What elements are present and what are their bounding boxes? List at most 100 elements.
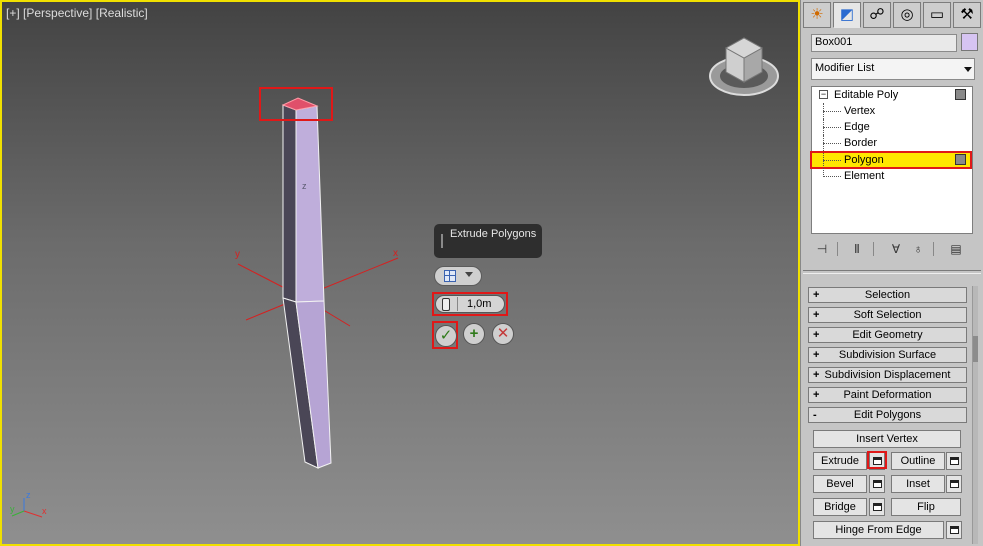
insert-vertex-button[interactable]: Insert Vertex: [813, 430, 961, 448]
ok-button[interactable]: ✓: [435, 325, 457, 347]
stack-item-label: Edge: [844, 121, 870, 133]
bevel-settings-button[interactable]: [869, 475, 885, 493]
object-name-field[interactable]: Box001: [811, 34, 957, 52]
utilities-tab[interactable]: ⚒: [953, 2, 981, 28]
modifier-list-dropdown[interactable]: Modifier List: [811, 58, 975, 80]
motion-icon: ◎: [900, 6, 914, 23]
ok-button-highlight: ✓: [432, 321, 458, 349]
object-color-swatch[interactable]: [961, 33, 978, 51]
rollout-soft-selection[interactable]: + Soft Selection: [808, 307, 967, 323]
modify-tab[interactable]: ◩: [833, 2, 861, 28]
outline-button[interactable]: Outline: [891, 452, 945, 470]
expand-sign: +: [813, 389, 820, 401]
bridge-settings-button[interactable]: [869, 498, 885, 516]
height-spinner-highlight: 1,0m: [432, 292, 508, 316]
tree-line: [823, 111, 841, 112]
stack-item-vertex[interactable]: Vertex: [812, 103, 972, 119]
modifier-stack: − Editable Poly Vertex Edge Border Polyg…: [810, 86, 973, 234]
stack-item-label: Editable Poly: [834, 89, 899, 101]
flip-button[interactable]: Flip: [891, 498, 961, 516]
stack-item-element[interactable]: Element: [812, 168, 972, 184]
extrude-settings-highlight: [867, 451, 887, 469]
rollout-label: Subdivision Displacement: [824, 369, 951, 381]
apply-and-continue-button[interactable]: +: [463, 323, 485, 345]
settings-window-icon: [950, 457, 959, 465]
inset-settings-button[interactable]: [946, 475, 962, 493]
checkmark-icon: ✓: [439, 327, 453, 344]
stack-toolbar: ⊣ Ⅱ ∀ ♁ ▤: [813, 240, 973, 260]
expand-sign: +: [813, 369, 820, 381]
perspective-viewport[interactable]: [+] [Perspective] [Realistic] y x z z x …: [0, 0, 800, 546]
stack-item-editable-poly[interactable]: − Editable Poly: [812, 87, 972, 103]
chevron-down-icon: [964, 67, 972, 72]
display-icon: ▭: [929, 6, 945, 23]
make-unique-icon[interactable]: ∀: [887, 240, 905, 258]
toolbar-divider: [873, 242, 874, 256]
rollout-edit-geometry[interactable]: + Edit Geometry: [808, 327, 967, 343]
extrusion-height-spinner[interactable]: 1,0m: [435, 295, 505, 313]
hammer-icon: ⚒: [960, 6, 974, 23]
cancel-button[interactable]: ✕: [492, 323, 514, 345]
chevron-down-icon: [465, 272, 473, 277]
expand-sign: +: [813, 329, 820, 341]
hierarchy-tab[interactable]: ☍: [863, 2, 891, 28]
rollout-selection[interactable]: + Selection: [808, 287, 967, 303]
viewcube: [709, 37, 779, 96]
toolbar-divider: [837, 242, 838, 256]
configure-sets-icon[interactable]: ▤: [947, 240, 965, 258]
settings-window-icon: [873, 480, 882, 488]
sun-icon: ☀: [810, 6, 824, 23]
axis-y-label: y: [235, 249, 240, 260]
spinner-separator: [457, 297, 458, 311]
outline-settings-button[interactable]: [946, 452, 962, 470]
hierarchy-icon: ☍: [869, 6, 885, 23]
rollout-paint-deformation[interactable]: + Paint Deformation: [808, 387, 967, 403]
panel-scrollbar[interactable]: [972, 286, 978, 544]
inset-button[interactable]: Inset: [891, 475, 945, 493]
caddy-title-bar: [441, 234, 443, 248]
modifier-square-icon: [955, 89, 966, 100]
motion-tab[interactable]: ◎: [893, 2, 921, 28]
stack-item-polygon[interactable]: Polygon: [810, 151, 972, 169]
stack-item-label: Element: [844, 170, 885, 182]
pin-stack-icon[interactable]: ⊣: [813, 240, 831, 258]
stack-item-border[interactable]: Border: [812, 135, 972, 151]
height-handle-icon[interactable]: [442, 298, 450, 311]
close-icon: ✕: [496, 325, 510, 342]
remove-modifier-icon[interactable]: ♁: [909, 240, 927, 258]
rollout-label: Selection: [864, 289, 911, 301]
tripod-y-label: y: [10, 504, 15, 514]
tripod-x-label: x: [42, 506, 47, 516]
expand-sign: +: [813, 289, 820, 301]
hinge-from-edge-button[interactable]: Hinge From Edge: [813, 521, 944, 539]
settings-window-icon: [873, 503, 882, 511]
create-tab[interactable]: ☀: [803, 2, 831, 28]
extrusion-type-dropdown[interactable]: [434, 266, 482, 286]
toolbar-divider: [933, 242, 934, 256]
tree-line: [823, 127, 841, 128]
extrusion-height-value[interactable]: 1,0m: [467, 298, 491, 310]
show-end-result-icon[interactable]: Ⅱ: [848, 240, 866, 258]
rollout-subdivision-displacement[interactable]: + Subdivision Displacement: [808, 367, 967, 383]
scrollbar-thumb[interactable]: [973, 336, 978, 362]
axis-tripod: [11, 498, 43, 518]
hinge-settings-button[interactable]: [946, 521, 962, 539]
rollout-label: Paint Deformation: [843, 389, 932, 401]
bridge-button[interactable]: Bridge: [813, 498, 867, 516]
collapse-icon[interactable]: −: [819, 90, 828, 99]
rollout-edit-polygons[interactable]: - Edit Polygons: [808, 407, 967, 423]
stack-item-edge[interactable]: Edge: [812, 119, 972, 135]
rollout-subdivision-surface[interactable]: + Subdivision Surface: [808, 347, 967, 363]
rollout-label: Edit Polygons: [853, 409, 922, 421]
modify-icon: ◩: [839, 6, 855, 23]
rollout-label: Soft Selection: [853, 309, 922, 321]
extrude-button[interactable]: Extrude: [813, 452, 867, 470]
caddy-title-panel: Extrude Polygons: [434, 224, 542, 258]
plus-icon: +: [469, 325, 479, 342]
rollout-label: Edit Geometry: [852, 329, 923, 341]
bevel-button[interactable]: Bevel: [813, 475, 867, 493]
display-tab[interactable]: ▭: [923, 2, 951, 28]
tripod-z-label: z: [26, 490, 31, 500]
tree-line: [823, 176, 841, 177]
axis-x-label: x: [393, 248, 398, 259]
